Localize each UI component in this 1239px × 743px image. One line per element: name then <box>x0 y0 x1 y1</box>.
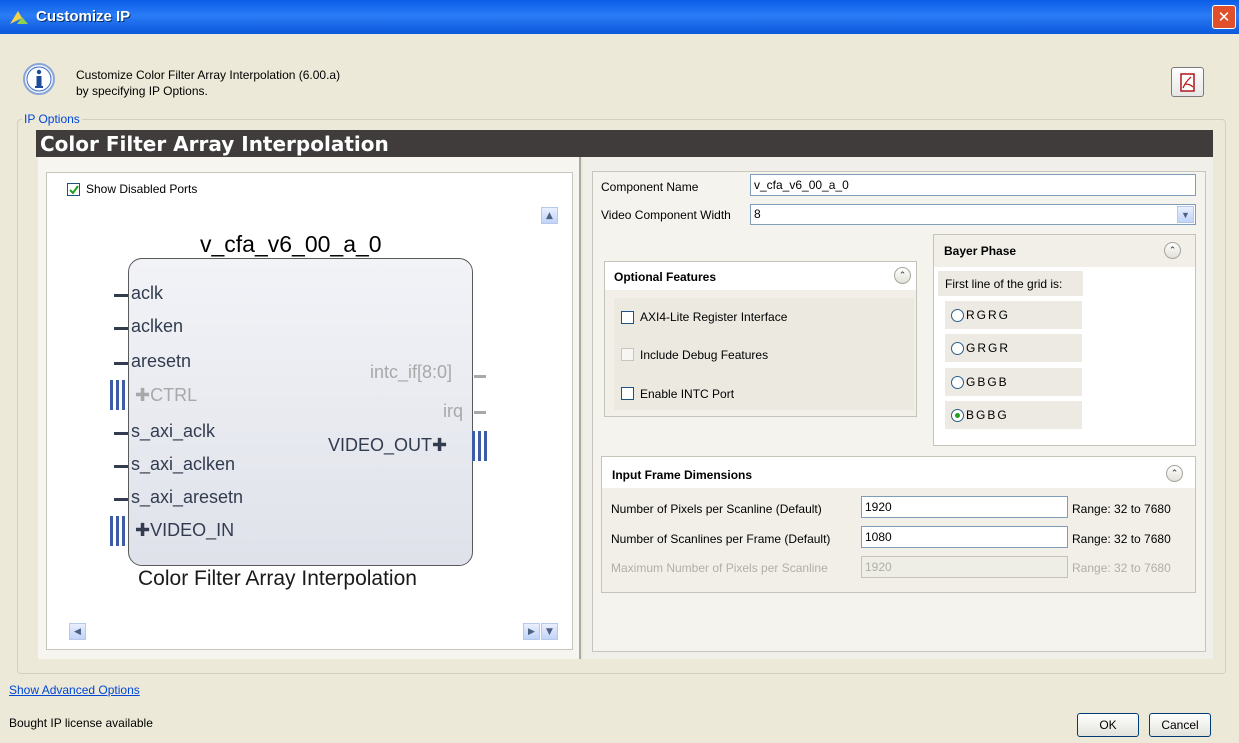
bayer-phase-title: Bayer Phase <box>944 244 1017 258</box>
ip-header-title: Color Filter Array Interpolation <box>40 132 389 156</box>
radio-grgr[interactable]: GRGR <box>945 334 1082 362</box>
port-ctrl: ✚CTRL <box>135 385 197 406</box>
bus-marker <box>478 431 481 461</box>
pdf-documentation-button[interactable] <box>1171 67 1204 97</box>
port-aclk: aclk <box>131 283 164 303</box>
port-line <box>114 362 128 365</box>
collapse-icon[interactable]: ⌃ <box>894 267 911 284</box>
port-intc-if: intc_if[8:0] <box>370 362 453 382</box>
port-line <box>114 294 128 297</box>
bus-marker <box>472 431 475 461</box>
bus-marker <box>484 431 487 461</box>
radio-grgr-label: GRGR <box>966 341 1010 355</box>
port-video-in: ✚VIDEO_IN <box>135 520 234 541</box>
close-button[interactable]: ✕ <box>1212 5 1236 29</box>
port-video-in-label: VIDEO_IN <box>150 520 235 540</box>
radio-rgrg[interactable]: RGRG <box>945 301 1082 329</box>
video-width-label: Video Component Width <box>601 208 731 222</box>
scroll-down-button[interactable]: ▼ <box>541 623 558 640</box>
port-s-axi-aclk: s_axi_aclk <box>131 421 216 441</box>
show-disabled-ports-label: Show Disabled Ports <box>86 182 198 196</box>
max-pixels-input: 1920 <box>861 556 1068 578</box>
show-disabled-ports-checkbox[interactable] <box>67 183 80 196</box>
license-status: Bought IP license available <box>9 716 153 730</box>
cancel-button[interactable]: Cancel <box>1149 713 1211 737</box>
radio-button[interactable] <box>951 309 964 322</box>
radio-button-selected[interactable] <box>951 409 964 422</box>
radio-gbgb[interactable]: GBGB <box>945 368 1082 396</box>
scanlines-per-frame-input[interactable]: 1080 <box>861 526 1068 548</box>
video-width-value: 8 <box>754 207 761 221</box>
bus-marker <box>110 380 113 410</box>
show-advanced-options-link[interactable]: Show Advanced Options <box>9 683 140 697</box>
video-width-select[interactable]: 8 ▼ <box>750 204 1196 225</box>
checkmark-icon <box>69 185 79 195</box>
ip-options-label: IP Options <box>22 112 82 126</box>
plus-icon: ✚ <box>135 385 151 405</box>
window-title: Customize IP <box>36 8 131 25</box>
include-debug-label: Include Debug Features <box>640 348 769 362</box>
bus-marker <box>110 516 113 546</box>
radio-button[interactable] <box>951 342 964 355</box>
bus-marker <box>116 380 119 410</box>
collapse-icon[interactable]: ⌃ <box>1166 465 1183 482</box>
pdf-icon <box>1180 73 1195 92</box>
scroll-right-button[interactable]: ▶ <box>523 623 540 640</box>
ok-button[interactable]: OK <box>1077 713 1139 737</box>
port-video-out-label: VIDEO_OUT <box>328 435 433 455</box>
port-line <box>474 411 486 414</box>
port-line <box>114 498 128 501</box>
max-pixels-range: Range: 32 to 7680 <box>1072 561 1171 575</box>
pixels-per-scanline-range: Range: 32 to 7680 <box>1072 502 1171 516</box>
radio-button[interactable] <box>951 376 964 389</box>
enable-intc-checkbox[interactable] <box>621 387 634 400</box>
instance-name: v_cfa_v6_00_a_0 <box>200 231 382 257</box>
port-line <box>114 432 128 435</box>
scroll-up-button[interactable]: ▲ <box>541 207 558 224</box>
scroll-left-button[interactable]: ◀ <box>69 623 86 640</box>
port-aclken: aclken <box>131 316 184 336</box>
radio-gbgb-label: GBGB <box>966 375 1009 389</box>
bayer-prompt: First line of the grid is: <box>945 277 1063 291</box>
port-video-out: VIDEO_OUT✚ <box>328 435 447 456</box>
app-logo-icon <box>10 11 28 24</box>
port-line <box>114 327 128 330</box>
axi4-lite-checkbox[interactable] <box>621 311 634 324</box>
port-s-axi-aresetn: s_axi_aresetn <box>131 487 244 507</box>
port-ctrl-label: CTRL <box>150 385 198 405</box>
component-name-input[interactable]: v_cfa_v6_00_a_0 <box>750 174 1196 196</box>
include-debug-checkbox[interactable] <box>621 348 634 361</box>
plus-icon: ✚ <box>432 435 448 455</box>
pixels-per-scanline-label: Number of Pixels per Scanline (Default) <box>611 502 822 516</box>
enable-intc-label: Enable INTC Port <box>640 387 735 401</box>
scanlines-per-frame-label: Number of Scanlines per Frame (Default) <box>611 532 831 546</box>
port-aresetn: aresetn <box>131 351 192 371</box>
radio-bgbg-label: BGBG <box>966 408 1009 422</box>
description-line-1: Customize Color Filter Array Interpolati… <box>76 68 341 82</box>
component-name-label: Component Name <box>601 180 699 194</box>
optional-features-title: Optional Features <box>614 270 717 284</box>
port-line <box>474 375 486 378</box>
bus-marker <box>116 516 119 546</box>
bus-marker <box>122 380 125 410</box>
port-line <box>114 465 128 468</box>
pixels-per-scanline-input[interactable]: 1920 <box>861 496 1068 518</box>
collapse-icon[interactable]: ⌃ <box>1164 242 1181 259</box>
info-icon <box>23 63 55 95</box>
title-bar <box>0 0 1239 34</box>
diagram-caption: Color Filter Array Interpolation <box>138 567 417 590</box>
radio-bgbg[interactable]: BGBG <box>945 401 1082 429</box>
port-s-axi-aclken: s_axi_aclken <box>131 454 236 474</box>
input-frame-title: Input Frame Dimensions <box>612 468 753 482</box>
max-pixels-label: Maximum Number of Pixels per Scanline <box>611 561 828 575</box>
scanlines-per-frame-range: Range: 32 to 7680 <box>1072 532 1171 546</box>
axi4-lite-label: AXI4-Lite Register Interface <box>640 310 788 324</box>
radio-rgrg-label: RGRG <box>966 308 1010 322</box>
description-line-2: by specifying IP Options. <box>76 84 208 98</box>
bus-marker <box>122 516 125 546</box>
plus-icon: ✚ <box>135 520 151 540</box>
chevron-down-icon[interactable]: ▼ <box>1177 206 1194 223</box>
port-irq: irq <box>443 401 464 421</box>
